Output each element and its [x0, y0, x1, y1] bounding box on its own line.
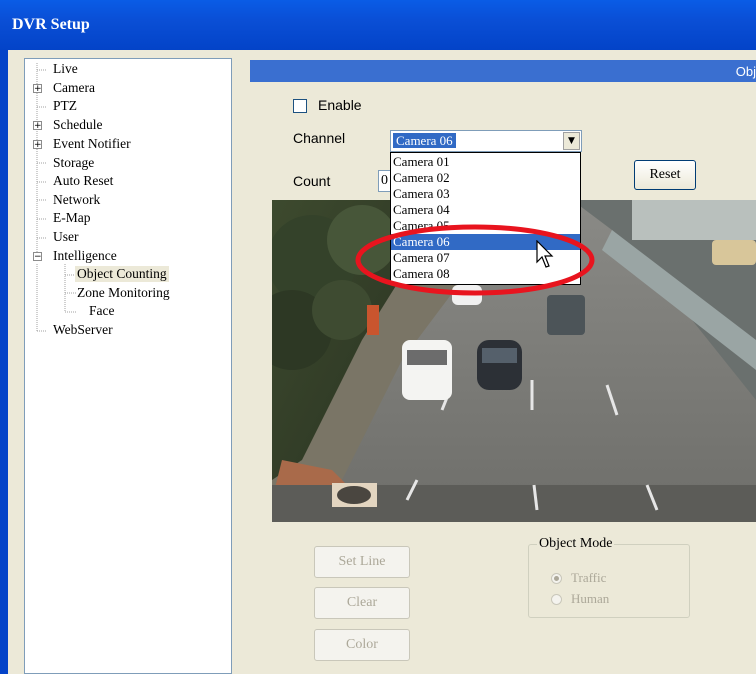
tree-item[interactable]: Zone Monitoring [77, 285, 170, 301]
dropdown-option[interactable]: Camera 02 [391, 170, 580, 186]
mouse-cursor-icon [536, 240, 554, 268]
dropdown-option[interactable]: Camera 01 [391, 154, 580, 170]
tree-item[interactable]: Event Notifier [53, 136, 131, 152]
tree-item[interactable]: PTZ [53, 98, 77, 114]
radio-dot-icon [554, 576, 559, 581]
expand-icon[interactable]: + [33, 140, 42, 150]
settings-tree: Live Camera + PTZ Schedule + Event Notifier + St… [24, 58, 232, 674]
color-button[interactable]: Color [314, 629, 410, 661]
channel-select[interactable]: Camera 06 ▼ [390, 130, 582, 152]
tree-item[interactable]: Live [53, 61, 78, 77]
tree-item[interactable]: Auto Reset [53, 173, 113, 189]
chevron-down-icon[interactable]: ▼ [563, 132, 580, 150]
count-label: Count [293, 173, 331, 189]
section-header-title: Obj [735, 64, 756, 79]
tree-item[interactable]: Camera [53, 80, 95, 96]
traffic-radio-label: Traffic [571, 570, 607, 585]
enable-checkbox[interactable] [293, 99, 307, 113]
section-header: Obj [250, 60, 756, 82]
tree-item[interactable]: Storage [53, 155, 94, 171]
clear-button[interactable]: Clear [314, 587, 410, 619]
human-radio[interactable] [551, 594, 562, 605]
expand-icon[interactable]: + [33, 121, 42, 131]
title-bar: DVR Setup [0, 0, 756, 50]
set-line-button[interactable]: Set Line [314, 546, 410, 578]
dropdown-option[interactable]: Camera 04 [391, 202, 580, 218]
traffic-radio[interactable] [551, 573, 562, 584]
enable-label: Enable [318, 97, 362, 113]
tree-item[interactable]: Network [53, 192, 100, 208]
channel-select-value: Camera 06 [393, 133, 456, 148]
window-title: DVR Setup [12, 16, 90, 33]
expand-icon[interactable]: + [33, 84, 42, 94]
tree-item[interactable]: Object Counting [75, 266, 169, 282]
collapse-icon[interactable]: − [33, 252, 42, 262]
channel-label: Channel [293, 130, 346, 146]
red-highlight-ellipse [355, 224, 595, 296]
tree-item[interactable]: WebServer [53, 322, 113, 338]
tree-item[interactable]: User [53, 229, 79, 245]
tree-item[interactable]: Intelligence [53, 248, 117, 264]
human-radio-label: Human [571, 591, 610, 606]
dropdown-option[interactable]: Camera 03 [391, 186, 580, 202]
tree-item[interactable]: Schedule [53, 117, 103, 133]
object-mode-group: Object Mode Traffic Human [528, 536, 690, 618]
object-mode-title: Object Mode [537, 536, 615, 552]
tree-item[interactable]: E-Map [53, 210, 91, 226]
reset-button[interactable]: Reset [634, 160, 696, 190]
tree-item[interactable]: Face [89, 303, 114, 319]
